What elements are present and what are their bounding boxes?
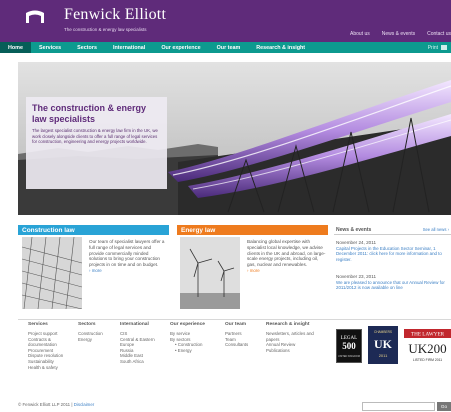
nav-research-insight[interactable]: Research & insight <box>248 42 313 53</box>
chambers-logo-icon: CHAMBERS UK 2011 <box>374 330 393 358</box>
hero-intro-box: The construction & energy law specialist… <box>26 97 167 189</box>
construction-more-label: more <box>91 267 102 273</box>
hero-title: The construction & energy law specialist… <box>32 103 147 124</box>
nav-home[interactable]: Home <box>0 42 31 53</box>
energy-law-text: Balancing global expertise with speciali… <box>247 239 328 274</box>
news-item: November 23, 2011 We are pleased to anno… <box>336 274 449 291</box>
see-all-news-link[interactable]: See all news › <box>423 227 449 232</box>
legal-500-line-3: UNITED KINGDOM <box>338 355 360 358</box>
nav-sectors[interactable]: Sectors <box>69 42 105 53</box>
footer-col-heading[interactable]: Our team <box>225 322 263 327</box>
footer-link[interactable]: Newsletters, articles and papers <box>266 331 326 342</box>
hero-text: The largest specialist construction & en… <box>32 128 158 145</box>
footer-link[interactable]: Publications <box>266 348 326 354</box>
footer-link[interactable]: Central & Eastern Europe <box>120 337 166 348</box>
news-item: November 24, 2011 Capital Projects in th… <box>336 240 449 262</box>
news-link[interactable]: Capital Projects in the Education Sector… <box>336 246 449 263</box>
energy-law-body: Balancing global expertise with speciali… <box>247 239 326 268</box>
see-all-news-label: See all news <box>422 227 447 232</box>
chambers-line-3: 2011 <box>379 353 388 358</box>
nav-international[interactable]: International <box>105 42 153 53</box>
nav-our-team[interactable]: Our team <box>209 42 249 53</box>
legal-500-logo-icon: LEGAL 500 UNITED KINGDOM <box>338 336 360 358</box>
energy-law-heading[interactable]: Energy law <box>177 225 328 235</box>
the-lawyer-logo-icon: THE LAWYER UK200 LISTED FIRM 2011 <box>404 329 451 362</box>
chambers-line-2: UK <box>374 337 393 351</box>
copyright-text: © Fenwick Elliott LLP 2011 | <box>18 402 73 407</box>
the-lawyer-uk200-badge[interactable]: THE LAWYER UK200 LISTED FIRM 2011 <box>404 329 451 367</box>
logo-mark-icon[interactable] <box>26 10 44 23</box>
site-header: Fenwick Elliott The construction & energ… <box>0 0 451 42</box>
footer-col-our-team: Our team Partners Team Consultants <box>225 322 263 348</box>
footer-link[interactable]: Contracts & documentation <box>28 337 76 348</box>
footer-col-heading[interactable]: Our experience <box>170 322 222 327</box>
print-icon <box>441 45 447 50</box>
energy-thumbnail[interactable] <box>180 237 240 309</box>
main-nav: Home Services Sectors International Our … <box>0 42 451 53</box>
footer-col-heading[interactable]: Research & insight <box>266 322 326 327</box>
search-button[interactable]: Go <box>437 402 451 411</box>
top-link-news[interactable]: News & events <box>382 31 415 37</box>
construction-thumbnail[interactable] <box>22 237 82 309</box>
footer-col-sectors: Sectors Construction Energy <box>78 322 118 342</box>
copyright-line: © Fenwick Elliott LLP 2011 | Disclaimer <box>18 402 94 407</box>
footer-link[interactable]: Health & safety <box>28 365 76 371</box>
energy-more-link[interactable]: › more <box>247 268 260 273</box>
footer-col-services: Services Project support Contracts & doc… <box>28 322 76 370</box>
footer-sublink-label: Energy <box>177 347 192 353</box>
construction-law-body: Our team of specialist lawyers offer a f… <box>89 239 165 268</box>
footer-divider <box>18 319 451 320</box>
footer-sublink[interactable]: • Energy <box>170 348 222 354</box>
news-events-heading: News & events See all news › <box>334 225 451 235</box>
chambers-uk-badge[interactable]: CHAMBERS UK 2011 <box>368 326 398 364</box>
brand-name[interactable]: Fenwick Elliott <box>64 6 166 24</box>
top-link-contact[interactable]: Contact us <box>427 31 451 37</box>
footer-link[interactable]: Energy <box>78 337 118 343</box>
footer-link[interactable]: South Africa <box>120 359 166 365</box>
footer-col-international: International CIS Central & Eastern Euro… <box>120 322 166 365</box>
top-link-about[interactable]: About us <box>350 31 370 37</box>
footer-sublink-label: Construction <box>177 342 203 348</box>
chambers-line-1: CHAMBERS <box>374 330 392 334</box>
search-input[interactable] <box>362 402 435 411</box>
wind-turbine-image <box>180 237 240 309</box>
energy-more-label: more <box>249 267 260 273</box>
construction-law-text: Our team of specialist lawyers offer a f… <box>89 239 167 274</box>
footer-col-research-insight: Research & insight Newsletters, articles… <box>266 322 326 353</box>
lawyer-top-text: THE LAWYER <box>411 332 445 338</box>
disclaimer-link[interactable]: Disclaimer <box>74 402 95 407</box>
print-link[interactable]: Print <box>428 45 451 51</box>
nav-services[interactable]: Services <box>31 42 69 53</box>
construction-more-link[interactable]: › more <box>89 268 102 273</box>
footer-col-our-experience: Our experience By service By sectors • C… <box>170 322 222 353</box>
top-links: About us News & events Contact us <box>350 31 451 37</box>
lawyer-big-text: UK200 <box>408 341 446 356</box>
news-heading-label: News & events <box>336 226 372 233</box>
footer-col-heading[interactable]: Services <box>28 322 76 327</box>
legal-500-line-2: 500 <box>342 341 356 351</box>
lawyer-bottom-text: LISTED FIRM 2011 <box>413 358 442 362</box>
news-link[interactable]: We are pleased to announce that our Annu… <box>336 280 449 291</box>
footer-link[interactable]: Consultants <box>225 342 263 348</box>
nav-our-experience[interactable]: Our experience <box>153 42 208 53</box>
footer-col-heading[interactable]: International <box>120 322 166 327</box>
construction-law-heading[interactable]: Construction law <box>18 225 169 235</box>
brand-tagline: The construction & energy law specialist… <box>64 27 147 32</box>
print-label: Print <box>427 44 438 51</box>
footer-col-heading[interactable]: Sectors <box>78 322 118 327</box>
legal-500-badge[interactable]: LEGAL 500 UNITED KINGDOM <box>336 329 362 363</box>
construction-grid-image <box>22 237 82 309</box>
